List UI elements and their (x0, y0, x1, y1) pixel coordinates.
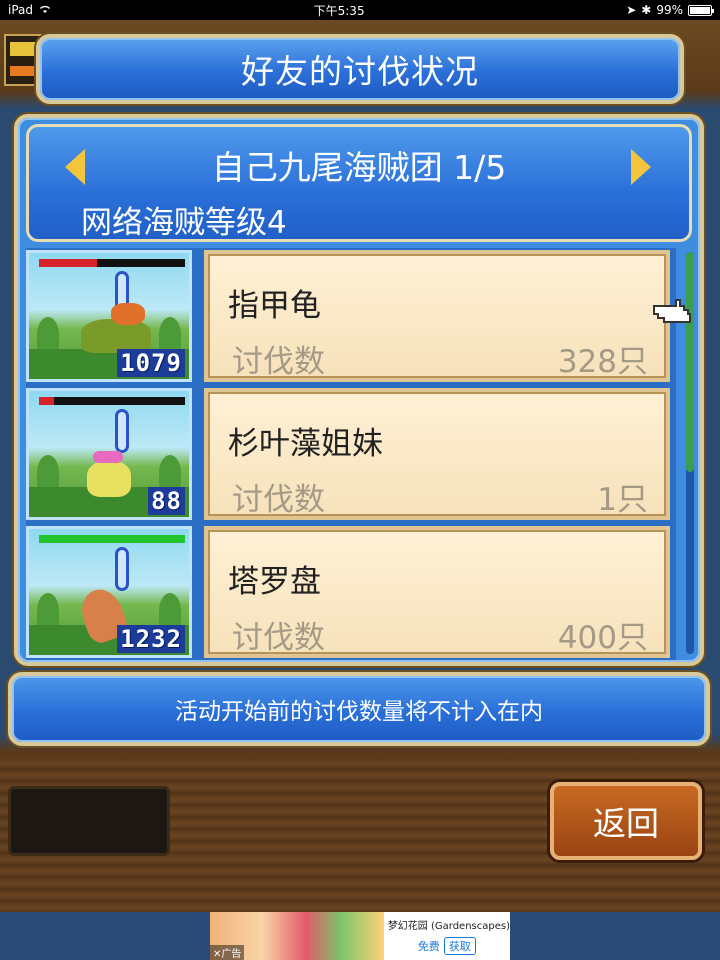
monster-count-badge: 1232 (117, 625, 185, 653)
list-item[interactable]: 88 杉叶藻姐妹 讨伐数 1只 (26, 388, 676, 520)
hp-bar-fill (39, 535, 185, 543)
device-label: iPad (8, 3, 34, 17)
ad-get-button[interactable]: 获取 (443, 937, 476, 955)
battery-icon (687, 4, 714, 16)
marker-icon (115, 547, 129, 591)
title-banner: 好友的讨伐状况 (36, 34, 684, 104)
list-item[interactable]: 1232 塔罗盘 讨伐数 400只 (26, 526, 676, 658)
crew-level: 网络海贼等级4 (81, 205, 287, 241)
battery-percent: 99% (656, 3, 683, 17)
monster-name: 塔罗盘 (228, 564, 321, 600)
hp-bar (39, 259, 185, 267)
crew-header: 自己九尾海贼团 1/5 网络海贼等级4 (26, 124, 692, 242)
hp-bar-fill (39, 397, 54, 405)
page-title: 好友的讨伐状况 (241, 52, 479, 91)
kill-count-label: 讨伐数 (232, 482, 325, 518)
ad-image[interactable]: ✕广告 (210, 912, 384, 960)
scrollbar-thumb[interactable] (686, 252, 694, 472)
sprite-monster-icon (87, 451, 131, 497)
monster-name: 杉叶藻姐妹 (228, 426, 383, 462)
ad-badge[interactable]: ✕广告 (210, 945, 245, 960)
list-item[interactable]: 1079 指甲龟 讨伐数 328只 (26, 250, 676, 382)
kill-count-label: 讨伐数 (232, 620, 325, 656)
ad-info: 梦幻花园 (Gardenscapes) 免费 获取 (384, 917, 510, 955)
status-bar: iPad 下午5:35 ➤ ✱ 99% (0, 0, 720, 20)
notice-banner: 活动开始前的讨伐数量将不计入在内 (8, 672, 710, 746)
monster-count-badge: 88 (148, 487, 185, 515)
hp-bar-fill (39, 259, 98, 267)
ad-free-label: 免费 (417, 940, 440, 953)
pointing-hand-icon (650, 296, 694, 326)
kill-count-value: 328只 (557, 344, 648, 380)
back-button[interactable]: 返回 (550, 782, 702, 860)
wifi-icon (38, 3, 52, 17)
turtle-monster-icon (81, 303, 151, 353)
hp-bar (39, 535, 185, 543)
kill-count-value: 1只 (597, 482, 648, 518)
kill-count-label: 讨伐数 (232, 344, 325, 380)
monster-count-badge: 1079 (117, 349, 185, 377)
monster-card[interactable]: 塔罗盘 讨伐数 400只 (204, 526, 670, 658)
ad-banner[interactable]: ✕广告 梦幻花园 (Gardenscapes) 免费 获取 (210, 912, 510, 960)
crew-title: 自己九尾海贼团 1/5 (211, 148, 507, 187)
monster-thumbnail: 1079 (26, 250, 192, 382)
main-panel: 自己九尾海贼团 1/5 网络海贼等级4 1079 指甲龟 讨伐数 328只 88… (14, 114, 704, 666)
monster-thumbnail: 1232 (26, 526, 192, 658)
ad-badge-label: 广告 (221, 949, 242, 960)
monster-name: 指甲龟 (228, 288, 321, 324)
monster-thumbnail: 88 (26, 388, 192, 520)
monster-card[interactable]: 指甲龟 讨伐数 328只 (204, 250, 670, 382)
arrow-right-icon[interactable] (631, 149, 651, 185)
empty-slot (8, 786, 170, 856)
notice-text: 活动开始前的讨伐数量将不计入在内 (175, 699, 543, 725)
bluetooth-icon: ✱ (641, 3, 652, 17)
location-icon: ➤ (626, 3, 637, 17)
monster-card[interactable]: 杉叶藻姐妹 讨伐数 1只 (204, 388, 670, 520)
ad-title: 梦幻花园 (Gardenscapes) (387, 921, 510, 932)
marker-icon (115, 409, 129, 453)
hp-bar (39, 397, 185, 405)
kill-count-value: 400只 (557, 620, 648, 656)
status-time: 下午5:35 (313, 3, 365, 18)
monster-list[interactable]: 1079 指甲龟 讨伐数 328只 88 杉叶藻姐妹 讨伐数 1只 1232 塔… (26, 248, 676, 660)
